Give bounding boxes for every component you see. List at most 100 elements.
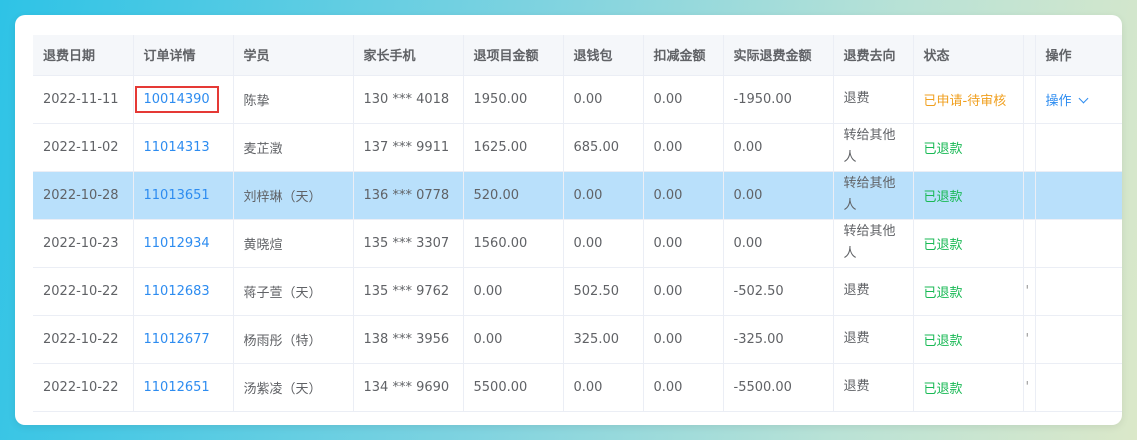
status-cell: 已退款 (913, 363, 1024, 412)
header-item-amount: 退项目金额 (463, 35, 564, 76)
parent-phone-cell: 138 *** 3956 (353, 315, 464, 364)
student-cell: 杨雨彤（特） (233, 315, 354, 364)
order-detail-cell: 11013651 (133, 171, 234, 220)
student-cell: 汤紫凌（天） (233, 363, 354, 412)
destination-cell: 退费 (833, 315, 914, 364)
item-amount-cell: 1950.00 (463, 75, 564, 124)
actions-cell (1035, 171, 1122, 220)
refund-date-cell: 2022-10-28 (33, 171, 134, 220)
partial-column-cell (1023, 75, 1036, 124)
destination-cell: 退费 (833, 267, 914, 316)
table-row[interactable]: 2022-10-28 11013651 刘梓琳（天） 136 *** 0778 520.… (33, 171, 1122, 220)
actions-cell (1035, 123, 1122, 172)
header-wallet: 退钱包 (563, 35, 644, 76)
actions-cell (1035, 315, 1122, 364)
deduction-cell: 0.00 (643, 363, 724, 412)
deduction-cell: 0.00 (643, 315, 724, 364)
wallet-cell: 685.00 (563, 123, 644, 172)
destination-cell: 退费 (833, 363, 914, 412)
table-header-row: 退费日期 订单详情 学员 家长手机 退项目金额 退钱包 扣减金额 实际退费金额 … (33, 35, 1122, 76)
header-actions: 操作 (1035, 35, 1122, 76)
parent-phone-cell: 136 *** 0778 (353, 171, 464, 220)
table-row[interactable]: 2022-10-23 11012934 黄晓煊 135 *** 3307 1560.00… (33, 219, 1122, 268)
partial-column-cell (1023, 123, 1036, 172)
deduction-cell: 0.00 (643, 171, 724, 220)
order-detail-cell: 10014390 (133, 75, 234, 124)
table-scroll-area[interactable]: 退费日期 订单详情 学员 家长手机 退项目金额 退钱包 扣减金额 实际退费金额 … (33, 35, 1122, 425)
order-detail-cell: 11012651 (133, 363, 234, 412)
wallet-cell: 0.00 (563, 219, 644, 268)
refund-date-cell: 2022-10-22 (33, 363, 134, 412)
item-amount-cell: 520.00 (463, 171, 564, 220)
deduction-cell: 0.00 (643, 123, 724, 172)
actual-refund-cell: -5500.00 (723, 363, 834, 412)
partial-column-cell: ' (1023, 315, 1036, 364)
parent-phone-cell: 134 *** 9690 (353, 363, 464, 412)
item-amount-cell: 5500.00 (463, 363, 564, 412)
parent-phone-cell: 137 *** 9911 (353, 123, 464, 172)
refund-date-cell: 2022-10-22 (33, 315, 134, 364)
header-student: 学员 (233, 35, 354, 76)
table-row[interactable]: 2022-10-22 11012677 杨雨彤（特） 138 *** 3956 0.00… (33, 315, 1122, 364)
actions-dropdown[interactable]: 操作 (1045, 93, 1088, 109)
header-actual-refund: 实际退费金额 (723, 35, 834, 76)
item-amount-cell: 0.00 (463, 267, 564, 316)
table-row[interactable]: 2022-10-22 11012651 汤紫凌（天） 134 *** 9690 5500… (33, 363, 1122, 412)
parent-phone-cell: 130 *** 4018 (353, 75, 464, 124)
actual-refund-cell: 0.00 (723, 219, 834, 268)
header-parent-phone: 家长手机 (353, 35, 464, 76)
partial-column-cell (1023, 171, 1036, 220)
student-cell: 陈挚 (233, 75, 354, 124)
status-cell: 已申请-待审核 (913, 75, 1024, 124)
refund-table-card: 退费日期 订单详情 学员 家长手机 退项目金额 退钱包 扣减金额 实际退费金额 … (15, 15, 1122, 425)
item-amount-cell: 1625.00 (463, 123, 564, 172)
wallet-cell: 0.00 (563, 75, 644, 124)
chevron-down-icon (1078, 93, 1088, 103)
destination-cell: 转给其他人 (833, 171, 914, 220)
actions-label: 操作 (1045, 93, 1072, 109)
order-link[interactable]: 11012651 (144, 380, 210, 395)
destination-cell: 转给其他人 (833, 123, 914, 172)
order-link[interactable]: 11012934 (144, 236, 210, 251)
wallet-cell: 0.00 (563, 171, 644, 220)
table-row[interactable]: 2022-11-02 11014313 麦芷澂 137 *** 9911 1625.00… (33, 123, 1122, 172)
refund-date-cell: 2022-10-23 (33, 219, 134, 268)
status-cell: 已退款 (913, 315, 1024, 364)
wallet-cell: 502.50 (563, 267, 644, 316)
order-link[interactable]: 11014313 (144, 140, 210, 155)
actions-cell (1035, 219, 1122, 268)
parent-phone-cell: 135 *** 3307 (353, 219, 464, 268)
header-order-detail: 订单详情 (133, 35, 234, 76)
table-row[interactable]: 2022-10-22 11012683 蒋子萱（天） 135 *** 9762 0.00… (33, 267, 1122, 316)
actions-cell (1035, 267, 1122, 316)
order-link[interactable]: 11012677 (144, 332, 210, 347)
order-detail-cell: 11012683 (133, 267, 234, 316)
partial-column-cell: ' (1023, 363, 1036, 412)
refund-table: 退费日期 订单详情 学员 家长手机 退项目金额 退钱包 扣减金额 实际退费金额 … (33, 35, 1122, 412)
parent-phone-cell: 135 *** 9762 (353, 267, 464, 316)
actual-refund-cell: -325.00 (723, 315, 834, 364)
actions-cell (1035, 363, 1122, 412)
header-deduction: 扣减金额 (643, 35, 724, 76)
student-cell: 刘梓琳（天） (233, 171, 354, 220)
table-row[interactable]: 2022-11-11 10014390 陈挚 130 *** 4018 1950.00 0… (33, 75, 1122, 124)
actual-refund-cell: -1950.00 (723, 75, 834, 124)
order-link[interactable]: 11013651 (144, 188, 210, 203)
header-destination: 退费去向 (833, 35, 914, 76)
refund-date-cell: 2022-11-02 (33, 123, 134, 172)
partial-column-cell: ' (1023, 267, 1036, 316)
partial-column-cell (1023, 219, 1036, 268)
status-cell: 已退款 (913, 123, 1024, 172)
actual-refund-cell: 0.00 (723, 171, 834, 220)
order-link[interactable]: 11012683 (144, 284, 210, 299)
order-link[interactable]: 10014390 (134, 85, 219, 113)
actual-refund-cell: 0.00 (723, 123, 834, 172)
refund-date-cell: 2022-10-22 (33, 267, 134, 316)
wallet-cell: 0.00 (563, 363, 644, 412)
actions-cell: 操作 (1035, 75, 1122, 124)
status-cell: 已退款 (913, 219, 1024, 268)
deduction-cell: 0.00 (643, 75, 724, 124)
deduction-cell: 0.00 (643, 219, 724, 268)
deduction-cell: 0.00 (643, 267, 724, 316)
destination-cell: 退费 (833, 75, 914, 124)
